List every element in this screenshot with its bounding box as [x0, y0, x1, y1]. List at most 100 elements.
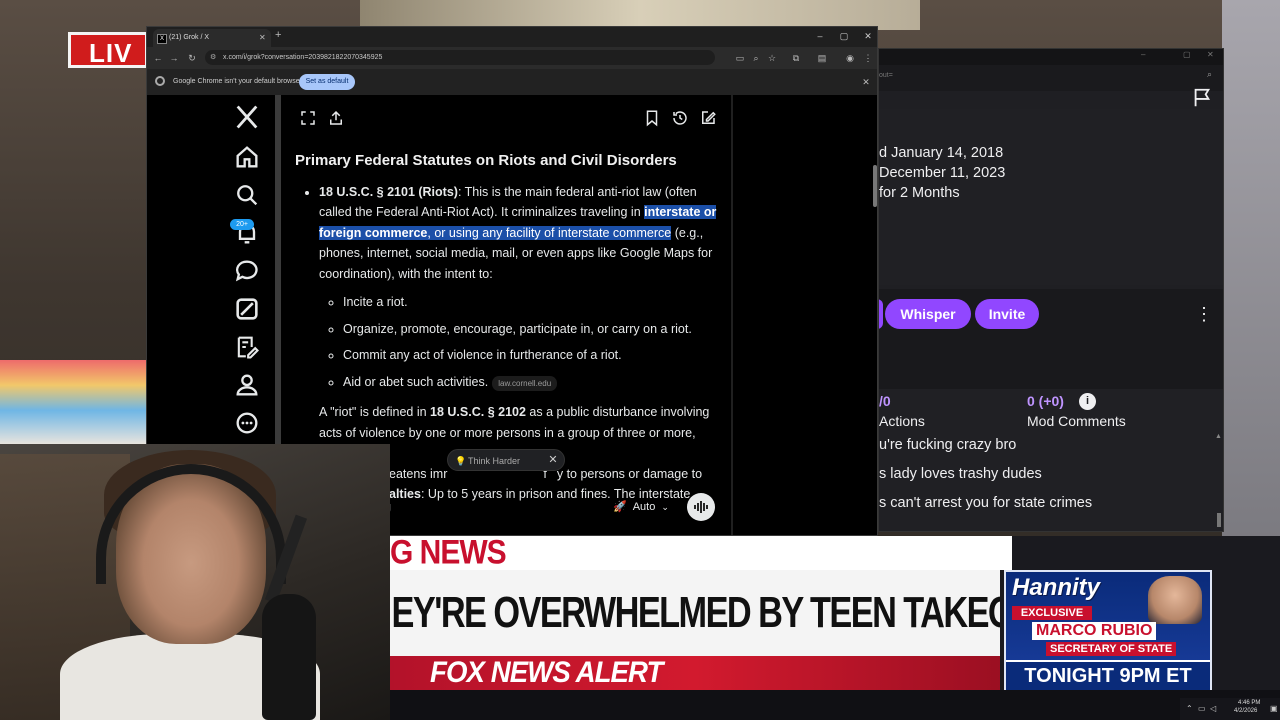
- messages-icon[interactable]: [233, 257, 261, 285]
- scrollbar[interactable]: [1217, 513, 1221, 527]
- think-harder-chip[interactable]: 💡 Think Harder ✕: [447, 449, 565, 471]
- bookmark-icon[interactable]: [643, 109, 663, 129]
- intent-list: Incite a riot. Organize, promote, encour…: [319, 292, 727, 392]
- chat-message: s can't arrest you for state crimes: [879, 495, 1093, 511]
- close-window-icon[interactable]: ✕: [861, 29, 875, 43]
- mod-window-url: out=: [879, 65, 1223, 91]
- clock-date[interactable]: 4/2/2026: [1234, 708, 1257, 714]
- actions-count: /0: [879, 393, 891, 409]
- whisper-button[interactable]: Whisper: [885, 299, 971, 329]
- tab-strip: X (21) Grok / X ✕ + – ▢ ✕: [147, 27, 877, 47]
- source-chip[interactable]: law.cornell.edu: [492, 375, 558, 391]
- chrome-icon: [155, 76, 165, 86]
- close-window-icon[interactable]: ✕: [1207, 50, 1214, 59]
- think-harder-label: Think Harder: [468, 456, 521, 466]
- cast-icon[interactable]: ▭: [733, 51, 747, 65]
- statute-item: 18 U.S.C. § 2101 (Riots): This is the ma…: [319, 182, 727, 393]
- account-created: d January 14, 2018: [879, 145, 1004, 161]
- flag-icon[interactable]: [1191, 87, 1213, 109]
- sub-duration: for 2 Months: [879, 185, 960, 201]
- tab-close-icon[interactable]: ✕: [259, 29, 266, 47]
- scrollbar[interactable]: [873, 165, 877, 207]
- user-info-card: d January 14, 2018 December 11, 2023 for…: [879, 109, 1223, 285]
- x-logo-icon[interactable]: [233, 103, 261, 131]
- mod-comments-count: 0 (+0): [1027, 393, 1064, 409]
- news-broadcast: G NEWS EY'RE OVERWHELMED BY TEEN TAKEOVE…: [390, 536, 1280, 720]
- share-icon[interactable]: [327, 109, 347, 129]
- tab-title: (21) Grok / X: [169, 34, 210, 41]
- mod-window-titlebar: – ▢ ✕: [879, 49, 1223, 65]
- search-icon[interactable]: [233, 181, 261, 209]
- more-icon[interactable]: [233, 409, 261, 437]
- partial-action-button[interactable]: [879, 299, 883, 329]
- intent-item: Aid or abet such activities.law.cornell.…: [343, 372, 727, 393]
- show-promo: Hannity EXCLUSIVE MARCO RUBIO SECRETARY …: [1004, 570, 1212, 690]
- bookmark-star-icon[interactable]: ☆: [765, 51, 779, 65]
- home-icon[interactable]: [233, 143, 261, 171]
- reload-icon[interactable]: ↻: [185, 51, 199, 65]
- response-heading: Primary Federal Statutes on Riots and Ci…: [295, 152, 677, 169]
- para-text: A "riot" is defined in: [319, 405, 431, 419]
- right-column-divider: [731, 95, 733, 535]
- breaking-news-strip: G NEWS: [390, 536, 1012, 571]
- invite-button[interactable]: Invite: [975, 299, 1039, 329]
- new-tab-icon[interactable]: +: [275, 29, 281, 41]
- profile-icon[interactable]: [233, 371, 261, 399]
- url-input[interactable]: ⚙ x.com/i/grok?conversation=203982182207…: [205, 50, 715, 65]
- live-badge: LIV: [68, 32, 148, 68]
- voice-mode-button[interactable]: [687, 493, 715, 521]
- mod-comments-stat[interactable]: 0 (+0) i Mod Comments: [1027, 393, 1217, 443]
- twitch-mod-window: – ▢ ✕ out= ⌕ d January 14, 2018 December…: [878, 48, 1224, 532]
- drafts-icon[interactable]: [233, 333, 261, 361]
- grok-icon[interactable]: [233, 295, 261, 323]
- selected-text[interactable]: , or using any facility of interstate co…: [427, 225, 672, 240]
- address-bar-row: ← → ↻ ⚙ x.com/i/grok?conversation=203982…: [147, 47, 877, 69]
- alert-text: FOX NEWS ALERT: [430, 656, 663, 689]
- minimize-icon[interactable]: –: [813, 29, 827, 43]
- rocket-icon: 🚀: [613, 501, 627, 513]
- followed-since: December 11, 2023: [879, 165, 1006, 181]
- site-info-icon[interactable]: ⚙: [210, 50, 216, 65]
- zoom-icon[interactable]: ⌕: [749, 51, 763, 65]
- headline-text: EY'RE OVERWHELMED BY TEEN TAKEOVERS: [391, 588, 1000, 637]
- expand-icon[interactable]: [299, 109, 319, 129]
- lightbulb-icon: 💡: [455, 456, 467, 466]
- waveform-icon: [694, 501, 708, 513]
- guest-name: MARCO RUBIO: [1032, 622, 1157, 640]
- background-wall: [1222, 0, 1280, 540]
- chevron-down-icon: ⌄: [661, 502, 669, 512]
- maximize-icon[interactable]: ▢: [1183, 50, 1191, 59]
- para-text: y to persons or damage to: [556, 466, 703, 481]
- chat-message: s lady loves trashy dudes: [879, 466, 1042, 482]
- notification-icon[interactable]: ▣: [1270, 704, 1278, 713]
- webcam-feed: [0, 444, 390, 720]
- menu-dots-icon[interactable]: ⋮: [861, 51, 875, 65]
- mode-dropdown[interactable]: 🚀 Auto ⌄: [613, 497, 683, 517]
- browser-tab-grok[interactable]: X (21) Grok / X ✕: [153, 29, 271, 47]
- sidepanel-icon[interactable]: ▤: [815, 51, 829, 65]
- volume-icon[interactable]: ◁: [1210, 704, 1216, 713]
- think-harder-close-icon[interactable]: ✕: [546, 450, 560, 470]
- minimize-icon[interactable]: –: [1141, 50, 1145, 59]
- tray-chevron-icon[interactable]: ⌃: [1186, 704, 1193, 713]
- x-favicon-icon: X: [157, 34, 167, 44]
- forward-icon[interactable]: →: [167, 51, 181, 65]
- maximize-icon[interactable]: ▢: [837, 29, 851, 43]
- profile-icon[interactable]: ◉: [843, 51, 857, 65]
- para-bold: 18 U.S.C. § 2102: [430, 405, 526, 419]
- intent-item: Organize, promote, encourage, participat…: [343, 319, 727, 340]
- scroll-arrow-icon[interactable]: ▲: [1215, 433, 1222, 440]
- set-as-default-button[interactable]: Set as default: [299, 74, 355, 90]
- back-icon[interactable]: ←: [151, 51, 165, 65]
- history-icon[interactable]: [671, 109, 691, 129]
- statute-list: 18 U.S.C. § 2101 (Riots): This is the ma…: [295, 182, 727, 393]
- more-options-icon[interactable]: ⋮: [1195, 303, 1213, 325]
- clock-time[interactable]: 4:46 PM: [1238, 700, 1260, 706]
- network-icon[interactable]: ▭: [1198, 704, 1206, 713]
- chat-message: u're fucking crazy bro: [879, 437, 1017, 453]
- info-icon[interactable]: i: [1079, 393, 1096, 410]
- new-chat-icon[interactable]: [699, 109, 719, 129]
- extensions-icon[interactable]: ⧉: [789, 51, 803, 65]
- infobar-close-icon[interactable]: ✕: [859, 75, 873, 89]
- zoom-icon[interactable]: ⌕: [1207, 69, 1212, 80]
